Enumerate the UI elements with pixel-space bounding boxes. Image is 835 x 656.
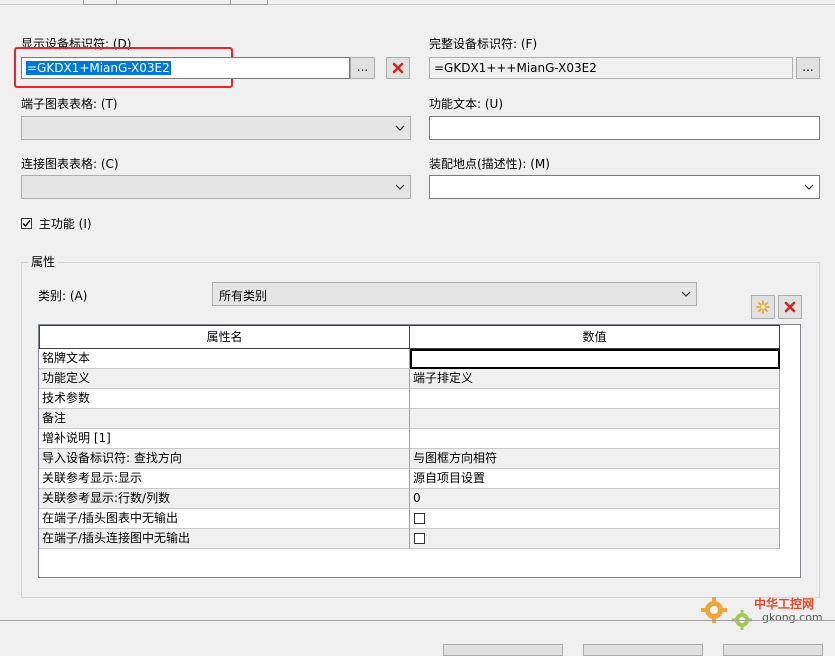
mounting-location-select[interactable] xyxy=(429,175,820,199)
property-value-cell[interactable] xyxy=(410,529,780,549)
function-text-input[interactable] xyxy=(429,116,820,140)
tab-main-data[interactable] xyxy=(83,0,117,5)
table-row[interactable]: 增补说明 [1] xyxy=(39,429,780,449)
properties-group-title: 属性 xyxy=(28,253,59,270)
function-text-label: 功能文本: (U) xyxy=(429,97,504,111)
footer-button-3[interactable] xyxy=(723,644,823,656)
delete-property-button[interactable] xyxy=(778,295,802,319)
property-name-cell[interactable]: 在端子/插头连接图中无输出 xyxy=(39,529,410,549)
full-dt-browse-button[interactable]: ... xyxy=(796,57,820,79)
table-row[interactable]: 导入设备标识符: 查找方向 与图框方向相符 xyxy=(39,449,780,469)
property-value-cell[interactable]: 端子排定义 xyxy=(410,369,780,389)
property-checkbox[interactable] xyxy=(414,533,425,544)
category-value: 所有类别 xyxy=(219,289,268,303)
property-value-cell[interactable]: 与图框方向相符 xyxy=(410,449,780,469)
property-checkbox[interactable] xyxy=(414,513,425,524)
header-value[interactable]: 数值 xyxy=(409,325,780,349)
terminal-diagram-label: 端子图表表格: (T) xyxy=(21,97,118,111)
full-dt-label: 完整设备标识符: (F) xyxy=(429,37,538,51)
chevron-down-icon xyxy=(395,184,405,190)
table-row[interactable]: 技术参数 xyxy=(39,389,780,409)
table-row[interactable]: 在端子/插头连接图中无输出 xyxy=(39,529,780,549)
category-select[interactable]: 所有类别 xyxy=(212,282,697,306)
new-property-button[interactable] xyxy=(751,295,775,319)
main-function-label: 主功能 (I) xyxy=(38,217,92,231)
property-value-cell[interactable]: 0 xyxy=(410,489,780,509)
connection-diagram-select[interactable] xyxy=(21,175,411,199)
table-row[interactable]: 备注 xyxy=(39,409,780,429)
footer-button-2[interactable] xyxy=(583,644,703,656)
table-row[interactable]: 关联参考显示:显示 源自项目设置 xyxy=(39,469,780,489)
footer-divider xyxy=(0,620,835,621)
checkbox-box[interactable] xyxy=(21,218,32,229)
watermark: 中华工控网 gkong.com xyxy=(700,590,830,630)
tab-symbol-data[interactable] xyxy=(116,0,231,5)
property-name-cell[interactable]: 导入设备标识符: 查找方向 xyxy=(39,449,410,469)
red-x-icon xyxy=(784,301,796,313)
display-dt-value: =GKDX1+MianG-X03E2 xyxy=(26,61,171,75)
gear-icon xyxy=(701,597,752,630)
watermark-text-en: gkong.com xyxy=(762,611,823,624)
footer-button-1[interactable] xyxy=(443,644,563,656)
tab-parts[interactable] xyxy=(230,0,268,5)
watermark-text-cn: 中华工控网 xyxy=(754,597,815,611)
delete-dt-button[interactable] xyxy=(386,57,410,79)
property-name-cell[interactable]: 关联参考显示:显示 xyxy=(39,469,410,489)
chevron-down-icon xyxy=(681,291,691,297)
table-row[interactable]: 关联参考显示:行数/列数 0 xyxy=(39,489,780,509)
connection-diagram-label: 连接图表表格: (C) xyxy=(21,157,119,171)
property-name-cell[interactable]: 技术参数 xyxy=(39,389,410,409)
table-scrollbar[interactable] xyxy=(780,325,800,577)
mounting-location-label: 装配地点(描述性): (M) xyxy=(429,157,550,171)
property-value-cell[interactable] xyxy=(410,409,780,429)
chevron-down-icon xyxy=(395,125,405,131)
main-function-checkbox[interactable]: 主功能 (I) xyxy=(21,215,92,232)
property-value-cell[interactable] xyxy=(410,349,780,369)
property-value-cell[interactable] xyxy=(410,389,780,409)
property-name-cell[interactable]: 备注 xyxy=(39,409,410,429)
property-name-cell[interactable]: 铭牌文本 xyxy=(39,349,410,369)
tab-strip xyxy=(0,0,835,6)
header-property-name[interactable]: 属性名 xyxy=(39,325,410,349)
property-value-cell[interactable] xyxy=(410,429,780,449)
terminal-diagram-select[interactable] xyxy=(21,116,411,140)
table-row[interactable]: 功能定义 端子排定义 xyxy=(39,369,780,389)
property-name-cell[interactable]: 关联参考显示:行数/列数 xyxy=(39,489,410,509)
full-dt-input[interactable]: =GKDX1+++MianG-X03E2 xyxy=(429,57,793,79)
properties-table[interactable]: 属性名 数值 铭牌文本 功能定义 端子排定义 技术参数 备注 增补说明 [1] 导入设备标识… xyxy=(38,324,801,578)
table-row[interactable]: 在端子/插头图表中无输出 xyxy=(39,509,780,529)
red-x-icon xyxy=(392,62,404,74)
property-value-cell[interactable]: 源自项目设置 xyxy=(410,469,780,489)
chevron-down-icon xyxy=(804,184,814,190)
table-row[interactable]: 铭牌文本 xyxy=(39,349,780,369)
property-name-cell[interactable]: 在端子/插头图表中无输出 xyxy=(39,509,410,529)
property-name-cell[interactable]: 增补说明 [1] xyxy=(39,429,410,449)
star-new-icon xyxy=(756,300,770,314)
category-label: 类别: (A) xyxy=(38,289,88,303)
display-dt-browse-button[interactable]: ... xyxy=(350,57,375,79)
display-dt-input[interactable]: =GKDX1+MianG-X03E2 xyxy=(21,57,350,79)
property-name-cell[interactable]: 功能定义 xyxy=(39,369,410,389)
property-value-cell[interactable] xyxy=(410,509,780,529)
checkmark-icon xyxy=(22,220,31,228)
